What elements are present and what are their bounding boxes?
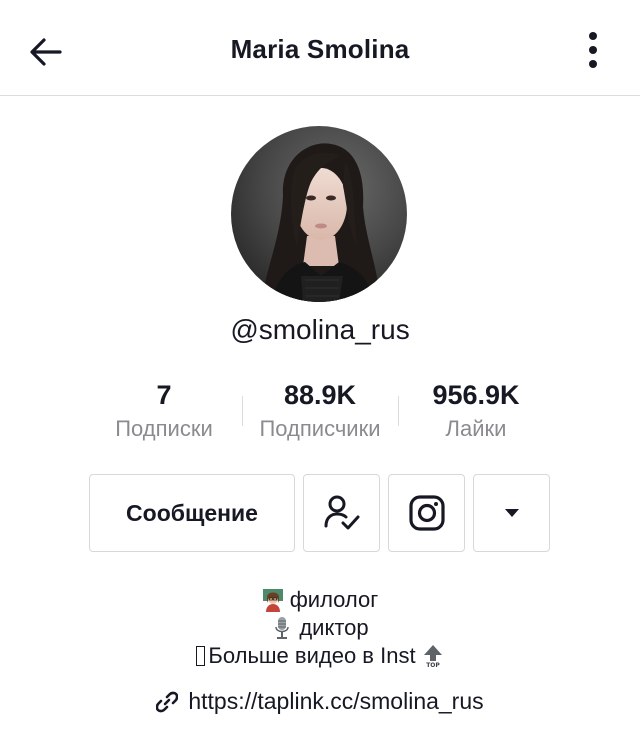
microphone-emoji-icon (275, 617, 290, 639)
instagram-button[interactable] (388, 474, 465, 552)
followers-count: 88.9K (283, 380, 357, 410)
avatar[interactable] (231, 126, 407, 302)
more-vertical-icon (589, 32, 597, 68)
missing-glyph-icon (196, 646, 206, 666)
caret-down-icon (504, 509, 519, 517)
profile-stats: 7 Подписки 88.9K Подписчики 956.9K Лайки (0, 378, 640, 448)
bio-line-1: филолог (289, 587, 379, 612)
bio-line: Больше видео в Inst TOP (0, 642, 640, 670)
stat-likes[interactable]: 956.9K Лайки (396, 378, 556, 442)
bio-line-3: Больше видео в Inst (208, 643, 416, 668)
link-icon (156, 691, 179, 712)
stat-followers[interactable]: 88.9K Подписчики (240, 378, 400, 442)
stat-following[interactable]: 7 Подписки (84, 378, 244, 442)
top-bar: Maria Smolina (0, 0, 640, 96)
likes-count: 956.9K (432, 380, 520, 410)
avatar-photo (231, 126, 407, 302)
bio-line: диктор (0, 614, 640, 642)
username: @smolina_rus (230, 314, 410, 345)
likes-label: Лайки (445, 416, 507, 441)
top-arrow-emoji-icon: TOP (423, 645, 442, 668)
followers-label: Подписчики (259, 416, 381, 441)
svg-text:TOP: TOP (426, 662, 440, 668)
following-button[interactable] (303, 474, 380, 552)
page-title: Maria Smolina (230, 34, 410, 64)
following-count: 7 (156, 380, 172, 410)
following-label: Подписки (115, 416, 213, 441)
profile-bio: филолог диктор Больше видео в Inst TOP (0, 586, 640, 670)
more-options-button[interactable] (578, 30, 608, 72)
bio-line-2: диктор (299, 615, 369, 640)
user-check-icon (324, 495, 359, 530)
suggestions-dropdown-button[interactable] (473, 474, 550, 552)
bio-line: филолог (0, 586, 640, 614)
bio-link[interactable]: https://taplink.cc/smolina_rus (0, 688, 640, 715)
teacher-emoji-icon (262, 589, 283, 612)
bio-link-url[interactable]: https://taplink.cc/smolina_rus (188, 688, 483, 715)
instagram-icon (408, 495, 445, 531)
message-button[interactable]: Сообщение (89, 474, 295, 552)
